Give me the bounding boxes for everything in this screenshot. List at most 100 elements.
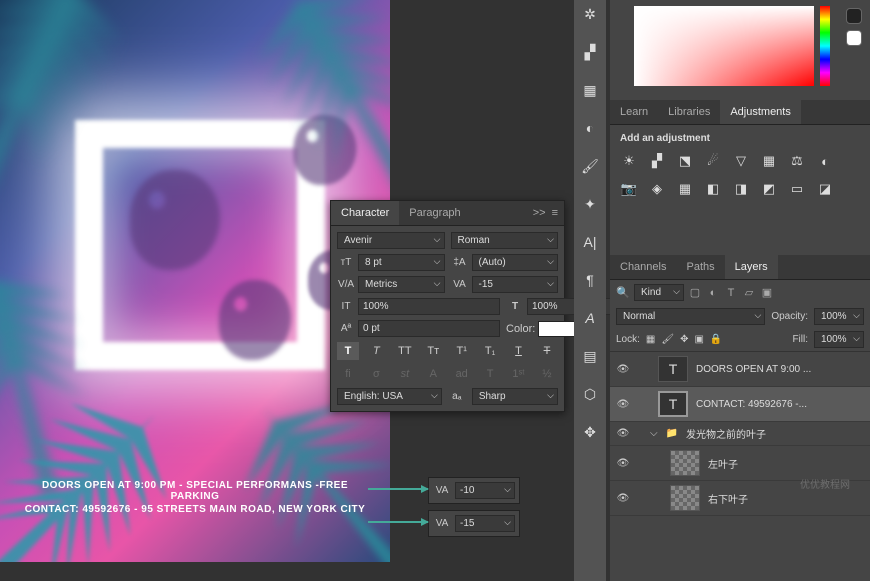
discretionary-button[interactable]: st <box>394 365 416 383</box>
filter-adjust-icon[interactable]: ◐ <box>706 286 720 300</box>
layer-name[interactable]: CONTACT: 49592676 -... <box>696 399 864 410</box>
posterize-icon[interactable]: ◨ <box>732 180 750 198</box>
visibility-toggle[interactable]: 👁 <box>616 428 630 439</box>
visibility-toggle[interactable]: 👁 <box>616 458 630 469</box>
vscale-input[interactable] <box>358 298 500 315</box>
foreground-swatch[interactable] <box>846 8 862 24</box>
antialias-dropdown[interactable]: Sharp <box>472 388 558 405</box>
blend-mode-dropdown[interactable]: Normal <box>616 308 765 325</box>
titling-button[interactable]: T <box>479 365 501 383</box>
layer-name[interactable]: 左叶子 <box>708 456 864 471</box>
levels-icon[interactable]: ▞ <box>648 152 666 170</box>
bold-button[interactable]: T <box>337 342 359 360</box>
brush-tool-icon[interactable]: 🖌 <box>580 156 600 176</box>
color-field[interactable] <box>634 6 814 86</box>
smallcaps-button[interactable]: Tᴛ <box>422 342 444 360</box>
threshold-icon[interactable]: ◩ <box>760 180 778 198</box>
tracking-callout-value-2[interactable]: -15 <box>455 515 515 532</box>
tracking-input[interactable]: -15 <box>472 276 559 293</box>
lock-artboard-icon[interactable]: ▣ <box>694 334 703 345</box>
chevron-down-icon[interactable]: ⌵ <box>650 428 658 439</box>
layer-row[interactable]: 👁TCONTACT: 49592676 -... <box>610 387 870 422</box>
strikethrough-button[interactable]: T <box>536 342 558 360</box>
tab-layers[interactable]: Layers <box>725 255 778 279</box>
filter-kind-dropdown[interactable]: Kind <box>634 284 684 301</box>
channelmixer-icon[interactable]: ◈ <box>648 180 666 198</box>
visibility-toggle[interactable]: 👁 <box>616 493 630 504</box>
exposure-icon[interactable]: ☄ <box>704 152 722 170</box>
paragraph-tool-icon[interactable]: ¶ <box>580 270 600 290</box>
curves-icon[interactable]: ⬔ <box>676 152 694 170</box>
character-tool-icon[interactable]: A| <box>580 232 600 252</box>
opacity-input[interactable]: 100% <box>814 308 864 325</box>
tab-paragraph[interactable]: Paragraph <box>399 201 470 225</box>
ligature-button[interactable]: fi <box>337 365 359 383</box>
swatches-icon[interactable]: ▦ <box>580 80 600 100</box>
filter-smart-icon[interactable]: ▣ <box>760 286 774 300</box>
language-dropdown[interactable]: English: USA <box>337 388 442 405</box>
tab-character[interactable]: Character <box>331 201 399 225</box>
tab-learn[interactable]: Learn <box>610 100 658 124</box>
move-icon[interactable]: ✥ <box>580 422 600 442</box>
glyphs-icon[interactable]: A <box>580 308 600 328</box>
fill-input[interactable]: 100% <box>814 331 864 348</box>
vibrance-icon[interactable]: ▽ <box>732 152 750 170</box>
collapse-icon[interactable]: >> <box>533 207 546 219</box>
font-size-input[interactable]: 8 pt <box>358 254 445 271</box>
layer-name[interactable]: DOORS OPEN AT 9:00 ... <box>696 364 864 375</box>
invert-icon[interactable]: ◧ <box>704 180 722 198</box>
character-panel[interactable]: Character Paragraph >> ≡ Avenir Roman тT… <box>330 200 565 412</box>
adjustments-icon[interactable]: ◐ <box>580 118 600 138</box>
selective-icon[interactable]: ◪ <box>816 180 834 198</box>
layer-name[interactable]: 发光物之前的叶子 <box>686 426 864 441</box>
tab-channels[interactable]: Channels <box>610 255 676 279</box>
stylistic-button[interactable]: ad <box>451 365 473 383</box>
ordinals-button[interactable]: 1ˢᵗ <box>508 365 530 383</box>
tracking-callout-value-1[interactable]: -10 <box>455 482 515 499</box>
gradient-icon[interactable]: ▭ <box>788 180 806 198</box>
histogram-icon[interactable]: ▞ <box>580 42 600 62</box>
italic-button[interactable]: T <box>365 342 387 360</box>
background-swatch[interactable] <box>846 30 862 46</box>
leading-input[interactable]: (Auto) <box>472 254 559 271</box>
3d-icon[interactable]: ⬡ <box>580 384 600 404</box>
underline-button[interactable]: T <box>508 342 530 360</box>
filter-text-icon[interactable]: T <box>724 286 738 300</box>
subscript-button[interactable]: T₁ <box>479 342 501 360</box>
compass-icon[interactable]: ✲ <box>580 4 600 24</box>
tab-paths[interactable]: Paths <box>676 255 724 279</box>
menu-icon[interactable]: ≡ <box>552 207 558 219</box>
brightness-icon[interactable]: ☀ <box>620 152 638 170</box>
font-family-dropdown[interactable]: Avenir <box>337 232 445 249</box>
baseline-input[interactable] <box>358 320 500 337</box>
search-icon[interactable]: 🔍 <box>616 286 630 300</box>
colorlookup-icon[interactable]: ▦ <box>676 180 694 198</box>
text-color-swatch[interactable] <box>538 321 578 337</box>
layer-row[interactable]: 👁⌵📁发光物之前的叶子 <box>610 422 870 446</box>
clone-tool-icon[interactable]: ✦ <box>580 194 600 214</box>
layer-name[interactable]: 右下叶子 <box>708 491 864 506</box>
filter-shape-icon[interactable]: ▱ <box>742 286 756 300</box>
hue-icon[interactable]: ▦ <box>760 152 778 170</box>
superscript-button[interactable]: T¹ <box>451 342 473 360</box>
tab-libraries[interactable]: Libraries <box>658 100 720 124</box>
lock-all-icon[interactable]: 🔒 <box>710 334 722 345</box>
lock-position-icon[interactable]: ✥ <box>680 334 688 345</box>
lock-transparent-icon[interactable]: ▦ <box>646 334 655 345</box>
visibility-toggle[interactable]: 👁 <box>616 364 630 375</box>
lock-image-icon[interactable]: 🖌 <box>661 334 674 345</box>
photofilter-icon[interactable]: 📷 <box>620 180 638 198</box>
swash-button[interactable]: A <box>422 365 444 383</box>
filter-image-icon[interactable]: ▢ <box>688 286 702 300</box>
kerning-input[interactable]: Metrics <box>358 276 445 293</box>
bw-icon[interactable]: ◐ <box>816 152 834 170</box>
allcaps-button[interactable]: TT <box>394 342 416 360</box>
fractions-button[interactable]: ½ <box>536 365 558 383</box>
note-icon[interactable]: ▤ <box>580 346 600 366</box>
visibility-toggle[interactable]: 👁 <box>616 399 630 410</box>
font-style-dropdown[interactable]: Roman <box>451 232 559 249</box>
contextual-button[interactable]: σ <box>365 365 387 383</box>
layer-row[interactable]: 👁TDOORS OPEN AT 9:00 ... <box>610 352 870 387</box>
colorbalance-icon[interactable]: ⚖ <box>788 152 806 170</box>
hue-slider[interactable] <box>820 6 830 86</box>
